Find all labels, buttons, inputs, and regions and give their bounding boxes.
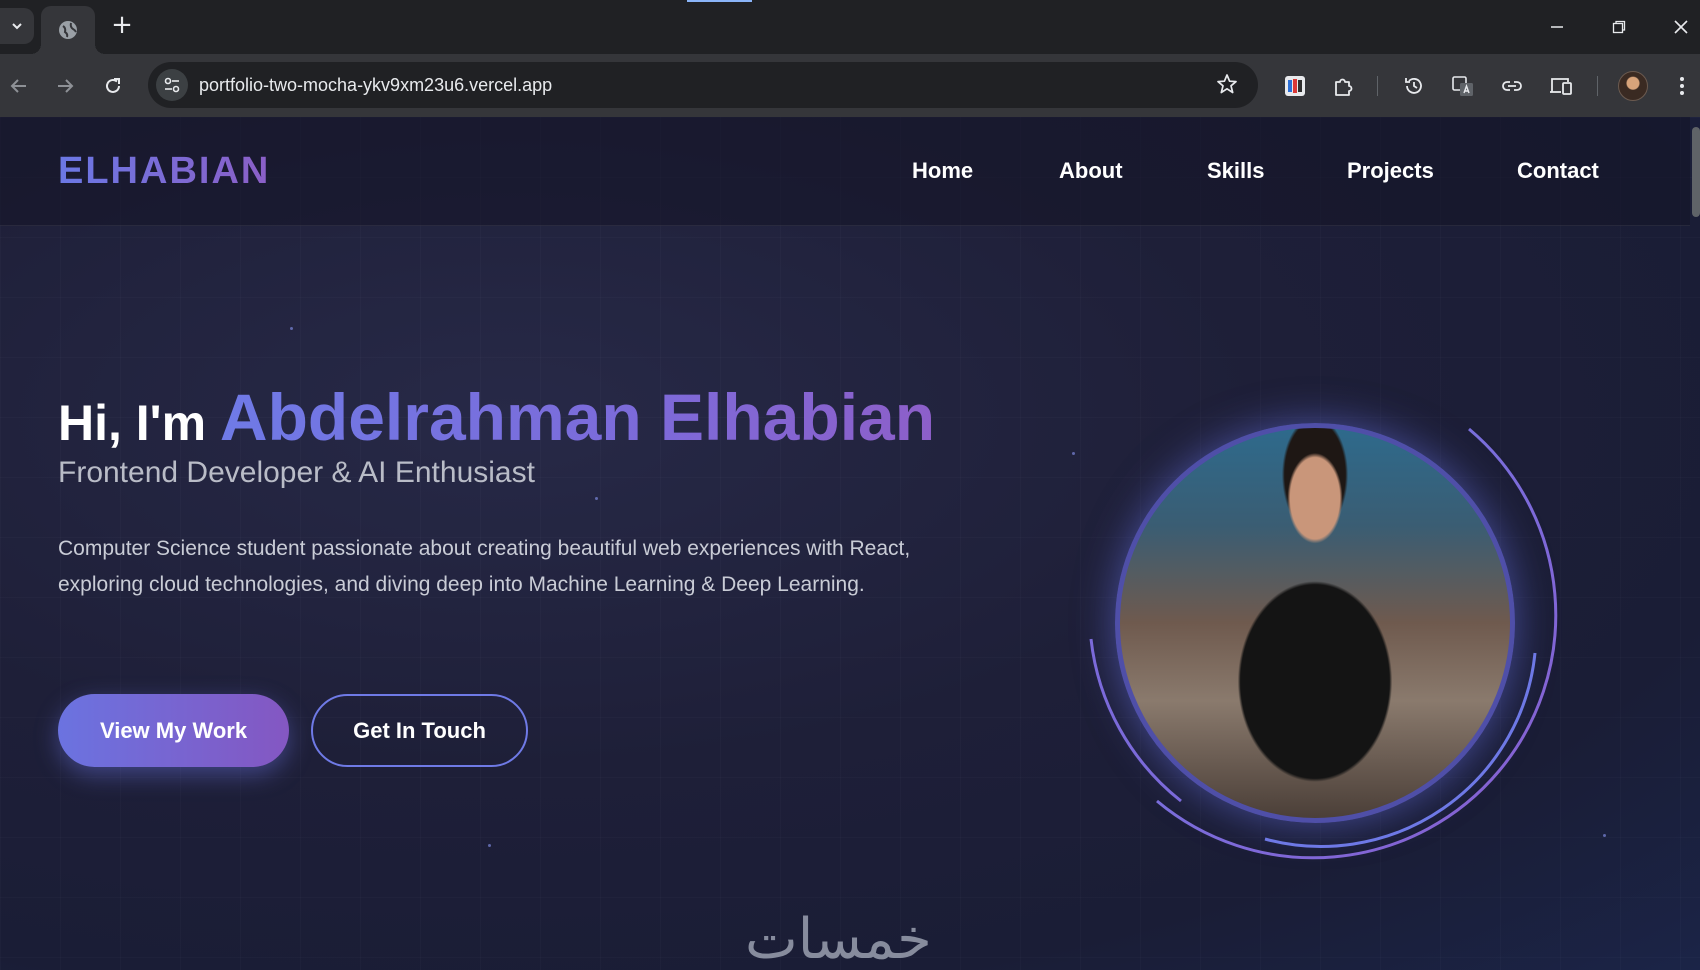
background-particle xyxy=(1603,834,1606,837)
address-bar[interactable]: portfolio-two-mocha-ykv9xm23u6.vercel.ap… xyxy=(148,62,1258,108)
chevron-down-icon xyxy=(12,23,22,30)
profile-photo-frame xyxy=(1085,393,1565,873)
hero-description: Computer Science student passionate abou… xyxy=(58,537,911,596)
restore-icon xyxy=(1612,20,1626,34)
new-tab-button[interactable]: + xyxy=(108,11,136,39)
puzzle-icon xyxy=(1335,78,1353,96)
active-tab[interactable] xyxy=(31,6,105,54)
scrollbar-thumb[interactable] xyxy=(1692,127,1700,217)
toolbar-separator xyxy=(1597,76,1598,96)
close-window-button[interactable] xyxy=(1664,10,1698,44)
translate-button[interactable] xyxy=(1446,69,1480,103)
profile-photo xyxy=(1115,423,1515,823)
site-info-button[interactable] xyxy=(156,69,188,101)
back-button[interactable] xyxy=(2,69,36,103)
portfolio-page: ELHABIAN Home About Skills Projects Cont… xyxy=(0,117,1700,970)
globe-icon xyxy=(59,21,77,39)
forward-icon xyxy=(58,79,74,93)
url-text[interactable]: portfolio-two-mocha-ykv9xm23u6.vercel.ap… xyxy=(199,75,552,96)
extension-app-button[interactable] xyxy=(1278,69,1312,103)
background-particle xyxy=(1072,452,1075,455)
forward-button[interactable] xyxy=(48,69,82,103)
cast-devices-button[interactable] xyxy=(1544,69,1578,103)
nav-contact[interactable]: Contact xyxy=(1517,158,1599,184)
restore-button[interactable] xyxy=(1602,10,1636,44)
watermark-logo: خمسات xyxy=(745,907,932,970)
menu-dots-icon xyxy=(1680,77,1684,95)
loading-indicator xyxy=(687,0,752,2)
extensions-button[interactable] xyxy=(1326,69,1360,103)
hero-subtitle: Frontend Developer & AI Enthusiast xyxy=(58,456,535,489)
get-in-touch-button[interactable]: Get In Touch xyxy=(311,694,528,767)
tab-search-button[interactable] xyxy=(0,8,34,44)
browser-toolbar: portfolio-two-mocha-ykv9xm23u6.vercel.ap… xyxy=(0,54,1700,117)
history-icon xyxy=(1405,78,1422,94)
site-info-icon xyxy=(164,77,180,93)
background-particle xyxy=(488,844,491,847)
translate-icon xyxy=(1452,76,1473,96)
view-my-work-button[interactable]: View My Work xyxy=(58,694,289,767)
nav-about[interactable]: About xyxy=(1059,158,1123,184)
link-icon xyxy=(1502,81,1522,91)
devices-icon xyxy=(1550,78,1572,95)
copy-link-button[interactable] xyxy=(1495,69,1529,103)
tab-strip: + xyxy=(0,0,1700,54)
site-header: ELHABIAN Home About Skills Projects Cont… xyxy=(0,117,1690,226)
background-particle xyxy=(290,327,293,330)
nav-projects[interactable]: Projects xyxy=(1347,158,1434,184)
profile-avatar-icon[interactable] xyxy=(1618,71,1648,101)
toolbar-separator xyxy=(1377,76,1378,96)
reload-icon xyxy=(106,78,120,93)
hero-greeting: Hi, I'm xyxy=(58,395,220,451)
minimize-button[interactable] xyxy=(1540,10,1574,44)
site-logo[interactable]: ELHABIAN xyxy=(58,150,270,193)
browser-menu-button[interactable] xyxy=(1665,69,1699,103)
extension-app-icon xyxy=(1285,76,1305,96)
reload-button[interactable] xyxy=(96,69,130,103)
back-icon xyxy=(10,79,26,93)
hero-heading: Hi, I'm Abdelrahman Elhabian xyxy=(58,379,935,455)
history-button[interactable] xyxy=(1397,69,1431,103)
background-particle xyxy=(595,497,598,500)
nav-home[interactable]: Home xyxy=(912,158,973,184)
bookmark-button[interactable] xyxy=(1216,73,1238,100)
bookmark-star-icon xyxy=(1217,74,1237,94)
minimize-icon xyxy=(1551,26,1563,28)
nav-skills[interactable]: Skills xyxy=(1207,158,1264,184)
hero-name: Abdelrahman Elhabian xyxy=(219,380,936,454)
close-icon xyxy=(1674,20,1688,34)
